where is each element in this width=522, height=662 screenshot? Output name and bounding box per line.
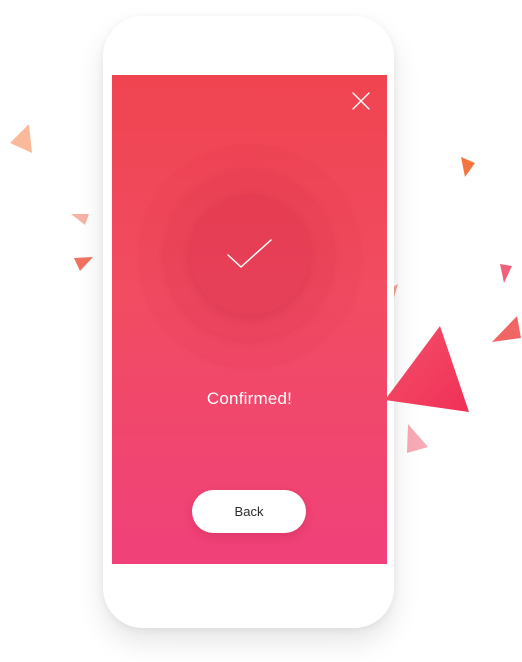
confirmation-message: Confirmed! xyxy=(206,389,293,408)
confetti-triangle xyxy=(492,316,521,342)
confetti-triangle xyxy=(74,257,93,271)
close-button[interactable] xyxy=(352,92,370,110)
confetti-triangle xyxy=(10,124,32,153)
confetti-triangle xyxy=(500,264,512,283)
stage: Confirmed! Back xyxy=(0,0,522,662)
confetti-triangle-large xyxy=(385,326,469,412)
confetti-triangle xyxy=(407,424,428,453)
checkmark-icon xyxy=(227,239,272,268)
confetti-triangle xyxy=(461,157,475,177)
confirmation-screen: Confirmed! Back xyxy=(112,75,387,564)
back-button[interactable]: Back xyxy=(192,490,306,533)
confetti-triangle xyxy=(71,214,89,225)
close-icon xyxy=(352,92,370,110)
